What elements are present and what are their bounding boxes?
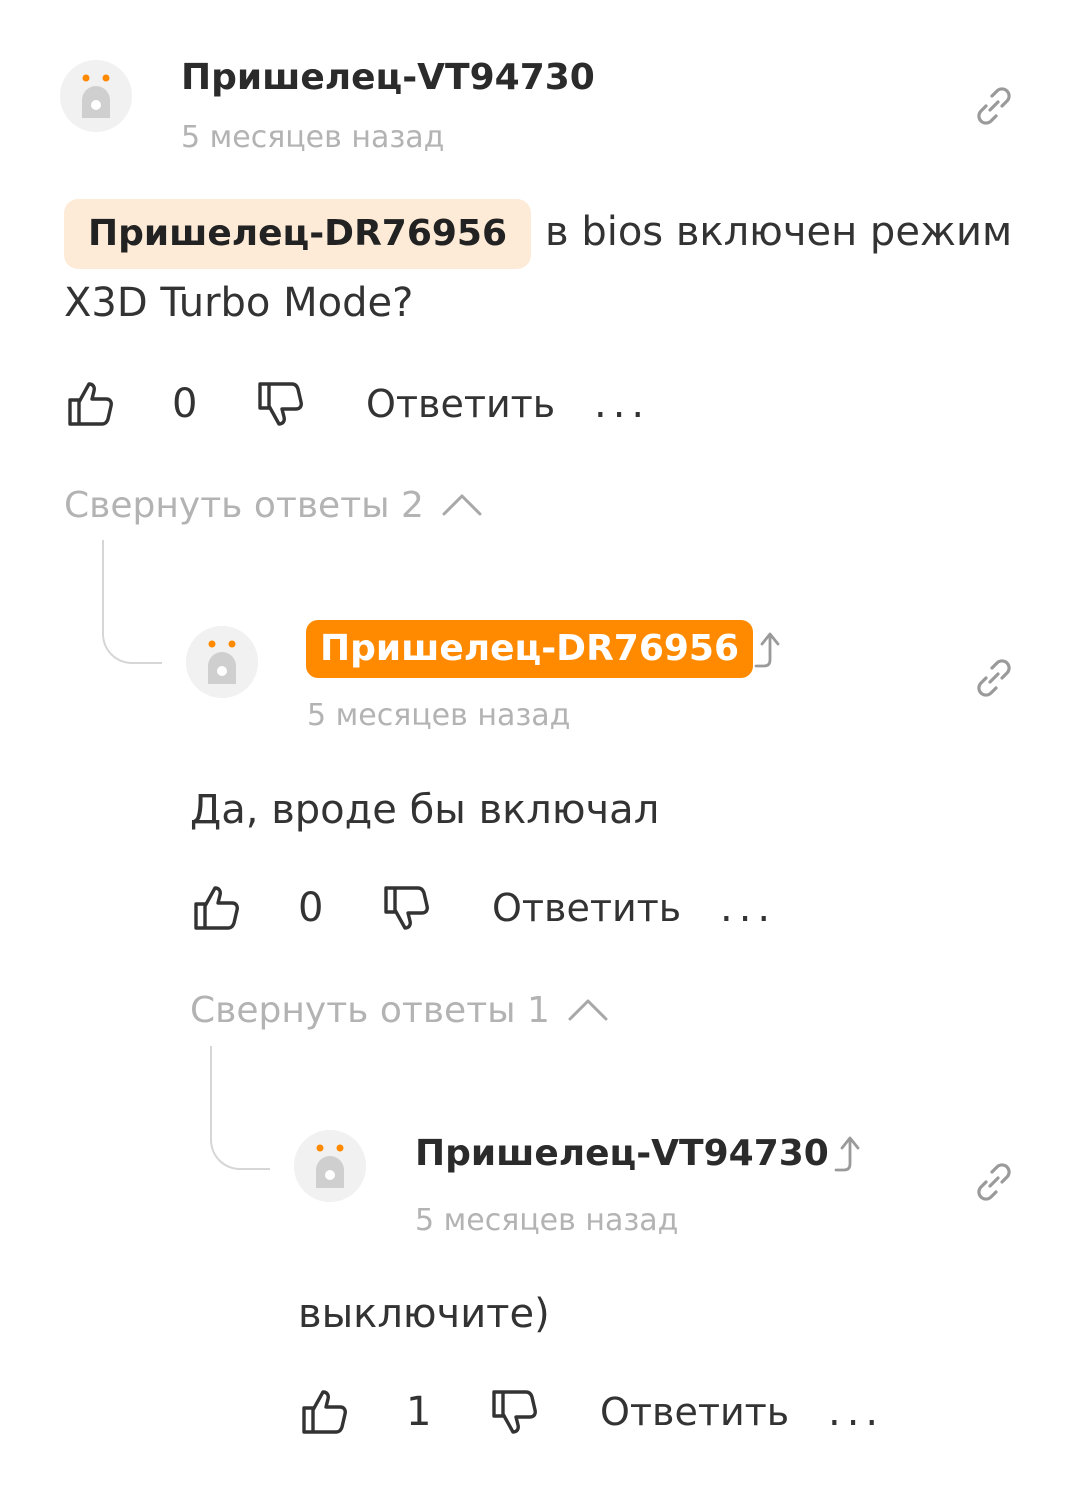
like-count: 0 xyxy=(172,381,198,427)
reply-up-arrow-icon[interactable] xyxy=(750,628,790,672)
avatar-icon xyxy=(60,60,132,132)
thumb-down-icon[interactable] xyxy=(488,1386,540,1438)
thumb-up-icon[interactable] xyxy=(298,1386,350,1438)
collapse-replies-button[interactable]: Свернуть ответы 2 xyxy=(64,484,424,528)
avatar[interactable] xyxy=(186,626,258,698)
thread-connector xyxy=(102,540,162,664)
more-options-button[interactable]: ... xyxy=(720,888,776,928)
comment-time[interactable]: 5 месяцев назад xyxy=(307,698,570,734)
avatar-icon xyxy=(186,626,258,698)
comment-actions: 0 Ответить ... xyxy=(190,882,810,942)
like-count: 0 xyxy=(298,885,324,931)
thumb-down-icon[interactable] xyxy=(380,882,432,934)
collapse-replies-button[interactable]: Свернуть ответы 1 xyxy=(190,989,550,1033)
reply-button[interactable]: Ответить xyxy=(492,882,681,934)
thumb-up-icon[interactable] xyxy=(64,378,116,430)
reply-button[interactable]: Ответить xyxy=(366,378,555,430)
more-options-button[interactable]: ... xyxy=(594,384,650,424)
comment-author[interactable]: Пришелец-DR76956 xyxy=(306,620,754,678)
avatar[interactable] xyxy=(294,1130,366,1202)
link-icon[interactable] xyxy=(970,82,1018,130)
reply-up-arrow-icon[interactable] xyxy=(830,1132,870,1176)
like-count: 1 xyxy=(406,1389,432,1435)
chevron-up-icon[interactable] xyxy=(566,995,610,1025)
thumb-up-icon[interactable] xyxy=(190,882,242,934)
thumb-down-icon[interactable] xyxy=(254,378,306,430)
thread-connector xyxy=(210,1046,270,1170)
more-options-button[interactable]: ... xyxy=(828,1392,884,1432)
reply-button[interactable]: Ответить xyxy=(600,1386,789,1438)
comment-author[interactable]: Пришелец-VT94730 xyxy=(415,1134,829,1174)
avatar-icon xyxy=(294,1130,366,1202)
comment-text: выключите) xyxy=(298,1291,550,1337)
comment-text: Да, вроде бы включал xyxy=(190,787,660,833)
comment-author[interactable]: Пришелец-VT94730 xyxy=(181,58,595,98)
comment-actions: 1 Ответить ... xyxy=(298,1386,918,1446)
comment-actions: 0 Ответить ... xyxy=(64,378,684,438)
avatar[interactable] xyxy=(60,60,132,132)
comment-text: Пришелец-DR76956 в bios включен режим X3D… xyxy=(64,198,1024,337)
chevron-up-icon[interactable] xyxy=(440,490,484,520)
link-icon[interactable] xyxy=(970,1158,1018,1206)
user-mention[interactable]: Пришелец-DR76956 xyxy=(64,199,532,269)
link-icon[interactable] xyxy=(970,654,1018,702)
comment-time[interactable]: 5 месяцев назад xyxy=(181,120,444,156)
comment-time[interactable]: 5 месяцев назад xyxy=(415,1203,678,1239)
